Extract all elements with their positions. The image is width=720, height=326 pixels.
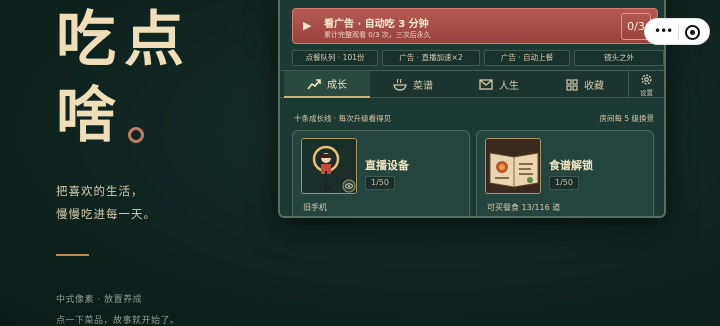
- gear-icon: [641, 73, 652, 85]
- upgrade-card-streaming-gear[interactable]: 直播设备 1/50 旧手机: [292, 130, 470, 216]
- tagline-line1: 把喜欢的生活，: [56, 184, 144, 198]
- footer-line2: 点一下菜品，故事就开始了。: [56, 316, 180, 326]
- title-dot-decoration: [128, 127, 144, 143]
- tab-recipes[interactable]: 菜谱: [370, 71, 456, 98]
- card-title: 直播设备: [365, 159, 409, 172]
- tab-collection-label: 收藏: [584, 81, 604, 92]
- card-subtitle: 旧手机: [303, 203, 327, 212]
- footer-line1: 中式像素 · 放置养成: [56, 295, 143, 305]
- more-options-icon[interactable]: •••: [654, 24, 673, 38]
- card-level: 1/50: [549, 176, 579, 190]
- miniprogram-capsule: •••: [644, 18, 710, 45]
- offscreen-chip[interactable]: 镜头之外: [574, 50, 664, 66]
- upgrade-card-recipe-unlock[interactable]: 食谱解锁 1/50 可买餐食 13/116 道: [476, 130, 654, 216]
- tab-life[interactable]: 人生: [456, 71, 542, 98]
- grid-icon: [566, 78, 578, 91]
- growth-lines-info: 十条成长线 · 每次升级看得见: [294, 114, 392, 123]
- card-subtitle: 可买餐食 13/116 道: [487, 203, 561, 212]
- tab-growth-label: 成长: [327, 80, 347, 91]
- tab-growth[interactable]: 成长: [284, 71, 370, 98]
- tagline-line2: 慢慢吃进每一天。: [56, 207, 156, 221]
- capsule-divider: [678, 25, 679, 40]
- room-scene-info: 房间每 5 级换景: [599, 114, 654, 123]
- close-miniprogram-icon[interactable]: [685, 25, 700, 40]
- recipe-book-icon: [485, 138, 541, 194]
- ad-auto-eat-button[interactable]: ▶ 看广告 · 自动吃 3 分钟 累计完整观看 0/3 次，三次后永久 0/3: [292, 8, 658, 44]
- tab-life-label: 人生: [499, 81, 519, 92]
- trend-up-icon: [307, 78, 321, 89]
- bowl-icon: [393, 78, 407, 91]
- card-level: 1/50: [365, 176, 395, 190]
- settings-label: 设置: [640, 88, 653, 97]
- app-title-line2: 啥: [56, 81, 124, 151]
- settings-button[interactable]: 设置: [628, 71, 664, 98]
- tab-bar: 成长 菜谱 人生 收藏 设置: [280, 70, 664, 98]
- app-title-line1: 吃点: [56, 5, 192, 75]
- ad-subtitle: 累计完整观看 0/3 次，三次后永久: [324, 31, 431, 39]
- ad-title: 看广告 · 自动吃 3 分钟: [324, 19, 429, 30]
- card-title: 食谱解锁: [549, 159, 593, 172]
- chip-row: 点餐队列 · 101份 广告 · 直播加速×2 广告 · 自动上餐 镜头之外: [292, 50, 664, 66]
- order-queue-chip[interactable]: 点餐队列 · 101份: [292, 50, 378, 66]
- ring-light-icon: [301, 138, 357, 194]
- mail-icon: [479, 79, 493, 90]
- play-icon: ▶: [303, 19, 312, 32]
- live-boost-chip[interactable]: 广告 · 直播加速×2: [382, 50, 480, 66]
- tab-collection[interactable]: 收藏: [542, 71, 628, 98]
- tab-recipes-label: 菜谱: [413, 81, 433, 92]
- auto-serve-chip[interactable]: 广告 · 自动上餐: [484, 50, 570, 66]
- divider: [56, 254, 89, 256]
- game-panel: ▶ 看广告 · 自动吃 3 分钟 累计完整观看 0/3 次，三次后永久 0/3 …: [278, 0, 666, 218]
